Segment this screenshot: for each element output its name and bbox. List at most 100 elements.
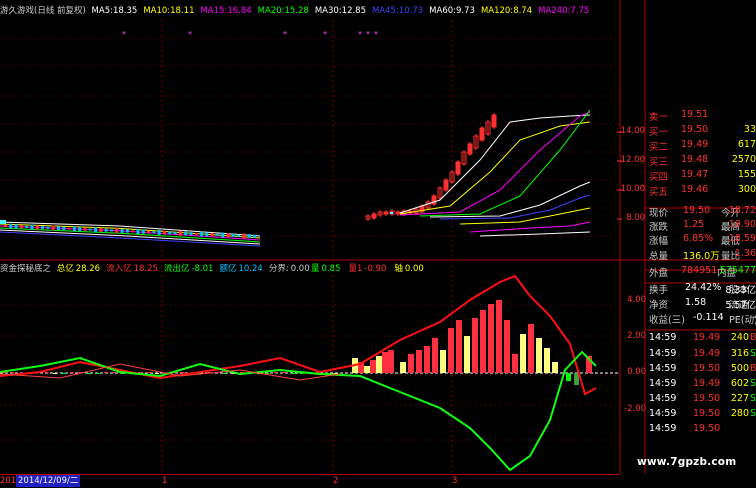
quote-cell: 14:59 <box>649 332 677 343</box>
ma-label: MA30: <box>314 6 342 16</box>
date-tick-2: 2 <box>333 476 339 486</box>
ma-label: MA5: <box>91 6 113 16</box>
indicator-value: -8.01 <box>191 264 214 274</box>
indicator-bar <box>400 362 406 373</box>
quote-cell: - <box>752 312 756 323</box>
date-bar[interactable]: 201 2014/12/09/二 1 2 3 <box>0 474 620 488</box>
candle <box>194 232 198 235</box>
quote-cell: 买四 <box>649 172 669 183</box>
tick-row: 14:59 19.50 500 B <box>645 363 756 377</box>
indicator-bar <box>10 372 15 373</box>
candle <box>104 228 108 232</box>
indicator-legend: 资金探秘底之 总亿 28.26 流入亿 18.25 流出亿 -8.01 额亿 10.24 分界:… <box>0 263 319 275</box>
candle <box>46 226 50 229</box>
quote-cell: 617 <box>737 139 756 150</box>
signal-dot: * <box>283 30 287 39</box>
quote-cell: B <box>750 363 756 374</box>
quote-cell: 2570 <box>731 154 756 165</box>
stats-row: 换手 24.42% 股本 8.33亿 <box>645 282 756 296</box>
indicator-label: 流出亿 <box>163 264 190 274</box>
tick-row: 14:59 19.50 <box>645 423 756 437</box>
indicator-label: 额亿 <box>219 264 237 274</box>
quote-cell: 1.58 <box>685 297 707 308</box>
ma-legend-item: MA20:15.28 <box>258 6 312 16</box>
quote-cell: 18.72 <box>728 205 756 216</box>
indicator-value: 0.00 <box>404 264 424 274</box>
tick-row: 14:59 19.50 280 S <box>645 408 756 422</box>
signal-dot: * <box>122 30 126 39</box>
quote-cell: 1.36 <box>734 248 756 259</box>
indicator-bar <box>95 373 100 374</box>
candle <box>57 226 60 231</box>
quote-cell: 14:59 <box>649 378 677 389</box>
indicator-axis-label: 0.00 <box>627 367 646 377</box>
price-axis-label: 10.00 <box>620 184 645 194</box>
indicator-axis-label: 2.00 <box>627 331 646 341</box>
quote-cell: 19.50 <box>693 408 721 419</box>
quote-cell: 换手 <box>649 285 669 296</box>
indicator-value: 18.25 <box>133 264 158 274</box>
indicator-value: 0.85 <box>321 264 341 274</box>
ma-legend-item: MA15:16.84 <box>200 6 254 16</box>
candle <box>242 233 246 239</box>
candle <box>173 232 177 235</box>
indicator-label: 量1 <box>348 264 363 274</box>
indicator-bar <box>388 350 394 373</box>
selected-date[interactable]: 2014/12/09/二 <box>16 475 81 487</box>
indicator-bar <box>504 320 510 373</box>
indicator-bar <box>282 372 287 373</box>
signal-dot: * <box>374 30 378 39</box>
stock-title: 游久游戏(日线 前复权) <box>0 6 86 16</box>
indicator-bar <box>432 338 438 373</box>
indicator-bar <box>87 373 91 374</box>
candle <box>163 230 166 235</box>
indicator-bar <box>370 360 376 373</box>
quote-cell: 227 <box>730 393 749 404</box>
quote-cell: 收益(三) <box>649 315 685 326</box>
candle <box>72 226 76 232</box>
indicator-bar <box>376 356 382 373</box>
outer-inner-row: 外盘 784951 内盘 575477 <box>645 265 756 279</box>
signal-dot: * <box>358 30 362 39</box>
quote-cell: 外盘 <box>649 268 669 279</box>
candle <box>67 227 71 230</box>
quote-cell: 33 <box>743 124 756 135</box>
ma-label: MA45: <box>372 6 399 16</box>
price-axis-label: 8.00 <box>626 213 645 223</box>
ma-value: 15.28 <box>284 6 309 16</box>
candle <box>19 225 23 229</box>
candle <box>120 228 124 233</box>
indicator-bar <box>364 366 370 373</box>
indicator-bar <box>552 362 558 373</box>
indicator-legend-item: 额亿 10.24 <box>219 264 265 274</box>
quote-cell: 净资 <box>649 300 669 311</box>
ma-legend-item: MA10:18.11 <box>143 6 197 16</box>
quote-row: 涨幅 6.85% 最低 18.59 <box>645 233 756 247</box>
signal-dot: * <box>323 30 327 39</box>
date-tick-3: 3 <box>452 476 458 486</box>
signal-dot: * <box>188 30 192 39</box>
candle <box>9 223 13 229</box>
ma-line-right <box>479 231 591 237</box>
candle <box>157 229 161 235</box>
indicator-bar <box>382 352 388 373</box>
ma-value: 10.73 <box>398 6 424 16</box>
ma-label: MA15: <box>200 6 228 16</box>
candle <box>205 232 209 237</box>
indicator-bar <box>496 300 502 373</box>
indicator-bar <box>448 328 454 373</box>
quote-cell: 19.46 <box>681 184 709 195</box>
quote-row: 现价 19.50 今开 18.72 <box>645 205 756 219</box>
candle <box>210 233 214 237</box>
indicator-bar <box>528 324 534 373</box>
ma-value: 16.84 <box>227 6 252 16</box>
quote-cell: 买一 <box>649 127 669 138</box>
candle <box>83 227 87 231</box>
candle <box>78 227 82 232</box>
candle <box>231 233 235 237</box>
quote-cell: 316 <box>730 348 749 359</box>
indicator-bar <box>520 334 526 373</box>
signal-dot: * <box>366 30 370 39</box>
quote-cell: 19.49 <box>693 378 721 389</box>
quote-cell: 240 <box>730 332 749 343</box>
